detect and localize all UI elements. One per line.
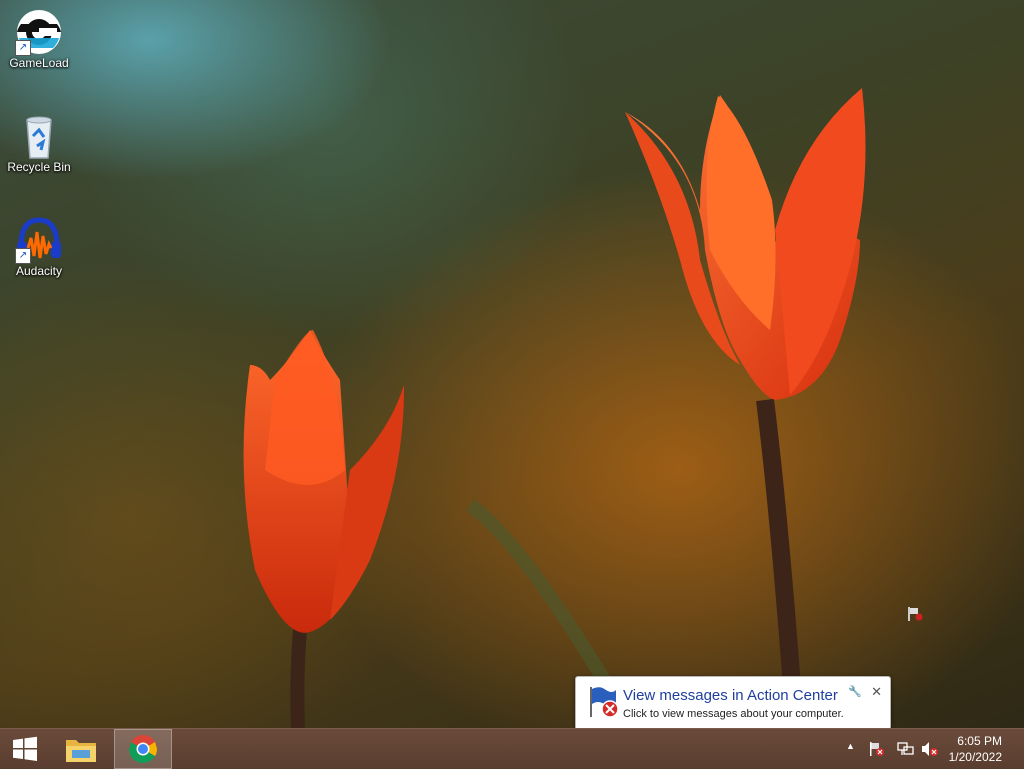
- taskbar-file-explorer-button[interactable]: [52, 729, 110, 769]
- desktop-flag-icon: [908, 607, 923, 621]
- action-center-flag-icon[interactable]: [868, 741, 886, 757]
- desktop-icon-audacity[interactable]: ↗ Audacity: [2, 216, 76, 278]
- desktop-icon-label: Recycle Bin: [7, 160, 71, 174]
- audacity-icon: ↗: [15, 216, 63, 264]
- action-center-notification[interactable]: View messages in Action Center Click to …: [575, 676, 891, 730]
- desktop-wallpaper: [0, 0, 1024, 768]
- network-icon[interactable]: [897, 741, 915, 757]
- tulip-wallpaper-image: [243, 88, 923, 729]
- start-button[interactable]: [0, 729, 50, 769]
- clock-date: 1/20/2022: [948, 750, 1002, 764]
- recycle-bin-icon: [15, 112, 63, 160]
- shortcut-arrow-icon: ↗: [15, 40, 31, 56]
- action-center-flag-error-icon: [590, 687, 619, 718]
- clock-time: 6:05 PM: [957, 734, 1002, 748]
- notification-options-icon[interactable]: 🔧: [848, 685, 862, 698]
- taskbar-chrome-button[interactable]: [114, 729, 172, 769]
- taskbar: ▲ 6:05 PM 1/20/2022: [0, 728, 1024, 769]
- notification-message[interactable]: Click to view messages about your comput…: [623, 708, 844, 720]
- notification-close-button[interactable]: ✕: [871, 684, 882, 700]
- desktop-icon-label: GameLoad: [9, 56, 69, 70]
- file-explorer-icon: [66, 740, 96, 762]
- desktop-icon-gameload[interactable]: ↗ GameLoad: [2, 8, 76, 70]
- desktop-icon-label: Audacity: [15, 264, 63, 278]
- shortcut-arrow-icon: ↗: [15, 248, 31, 264]
- gameload-icon: ↗: [15, 8, 63, 56]
- chrome-icon: [129, 735, 157, 763]
- windows-start-icon: [13, 736, 37, 761]
- desktop-icon-recycle-bin[interactable]: Recycle Bin: [2, 112, 76, 174]
- notification-title[interactable]: View messages in Action Center: [623, 687, 838, 704]
- taskbar-clock[interactable]: 6:05 PM 1/20/2022: [932, 733, 1002, 765]
- show-hidden-icons-button[interactable]: ▲: [846, 741, 864, 757]
